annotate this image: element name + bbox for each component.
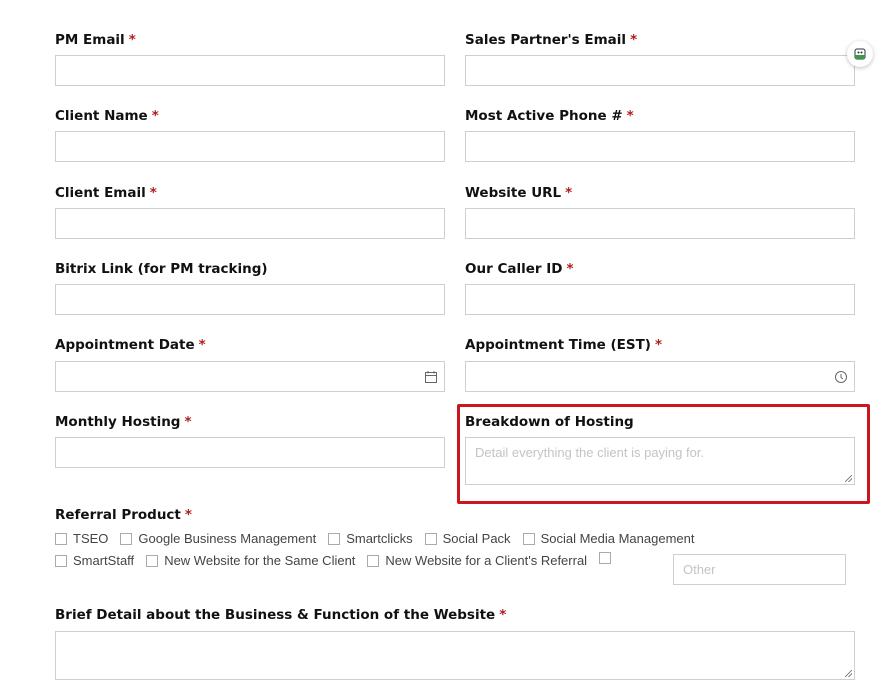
checkbox[interactable]	[55, 554, 67, 567]
website-label: Website URL *	[465, 185, 573, 201]
website-input[interactable]	[465, 208, 855, 239]
client-email-input[interactable]	[55, 208, 445, 239]
bitrix-label: Bitrix Link (for PM tracking)	[55, 261, 268, 277]
referral-label: Referral Product *	[55, 507, 192, 523]
resize-handle[interactable]	[845, 475, 852, 482]
monthly-hosting-label: Monthly Hosting *	[55, 414, 192, 430]
pm-email-label: PM Email *	[55, 32, 136, 48]
referral-row-2: SmartStaff New Website for the Same Clie…	[55, 551, 617, 568]
phone-input[interactable]	[465, 131, 855, 162]
option-smartclicks[interactable]: Smartclicks	[328, 531, 413, 546]
caller-id-input[interactable]	[465, 284, 855, 315]
checkbox[interactable]	[522, 532, 535, 545]
option-gbm[interactable]: Google Business Management	[120, 531, 316, 546]
checkbox[interactable]	[424, 532, 437, 545]
breakdown-label: Breakdown of Hosting	[465, 414, 634, 430]
option-tseo[interactable]: TSEO	[55, 531, 108, 546]
appt-date-label: Appointment Date *	[55, 337, 206, 353]
checkbox[interactable]	[120, 532, 133, 545]
resize-handle[interactable]	[845, 670, 852, 677]
client-name-input[interactable]	[55, 131, 445, 162]
client-email-label: Client Email *	[55, 185, 157, 201]
calendar-icon[interactable]	[424, 370, 438, 384]
phone-label: Most Active Phone # *	[465, 108, 634, 124]
sales-email-label: Sales Partner's Email *	[465, 32, 638, 48]
appt-time-input[interactable]	[465, 361, 855, 392]
clock-icon[interactable]	[834, 370, 848, 384]
referral-row-1: TSEO Google Business Management Smartcli…	[55, 531, 706, 546]
checkbox[interactable]	[55, 532, 67, 545]
appt-time-label: Appointment Time (EST) *	[465, 337, 663, 353]
sales-email-input[interactable]	[465, 55, 855, 86]
bot-icon	[854, 48, 866, 60]
pm-email-input[interactable]	[55, 55, 445, 86]
option-new-website-referral[interactable]: New Website for a Client's Referral	[367, 553, 587, 568]
breakdown-textarea[interactable]: Detail everything the client is paying f…	[465, 437, 855, 485]
option-smartstaff[interactable]: SmartStaff	[55, 553, 134, 568]
brief-label: Brief Detail about the Business & Functi…	[55, 607, 507, 623]
extension-widget-button[interactable]	[847, 41, 873, 67]
checkbox[interactable]	[328, 532, 341, 545]
option-social-pack[interactable]: Social Pack	[424, 531, 511, 546]
other-checkbox[interactable]	[599, 551, 612, 564]
other-input[interactable]: Other	[673, 554, 846, 585]
option-smm[interactable]: Social Media Management	[522, 531, 694, 546]
client-name-label: Client Name *	[55, 108, 159, 124]
bitrix-input[interactable]	[55, 284, 445, 315]
checkbox[interactable]	[367, 554, 380, 567]
checkbox[interactable]	[146, 554, 159, 567]
monthly-hosting-input[interactable]	[55, 437, 445, 468]
option-new-website-same[interactable]: New Website for the Same Client	[146, 553, 355, 568]
appt-date-input[interactable]	[55, 361, 445, 392]
caller-id-label: Our Caller ID *	[465, 261, 574, 277]
brief-textarea[interactable]	[55, 631, 855, 680]
